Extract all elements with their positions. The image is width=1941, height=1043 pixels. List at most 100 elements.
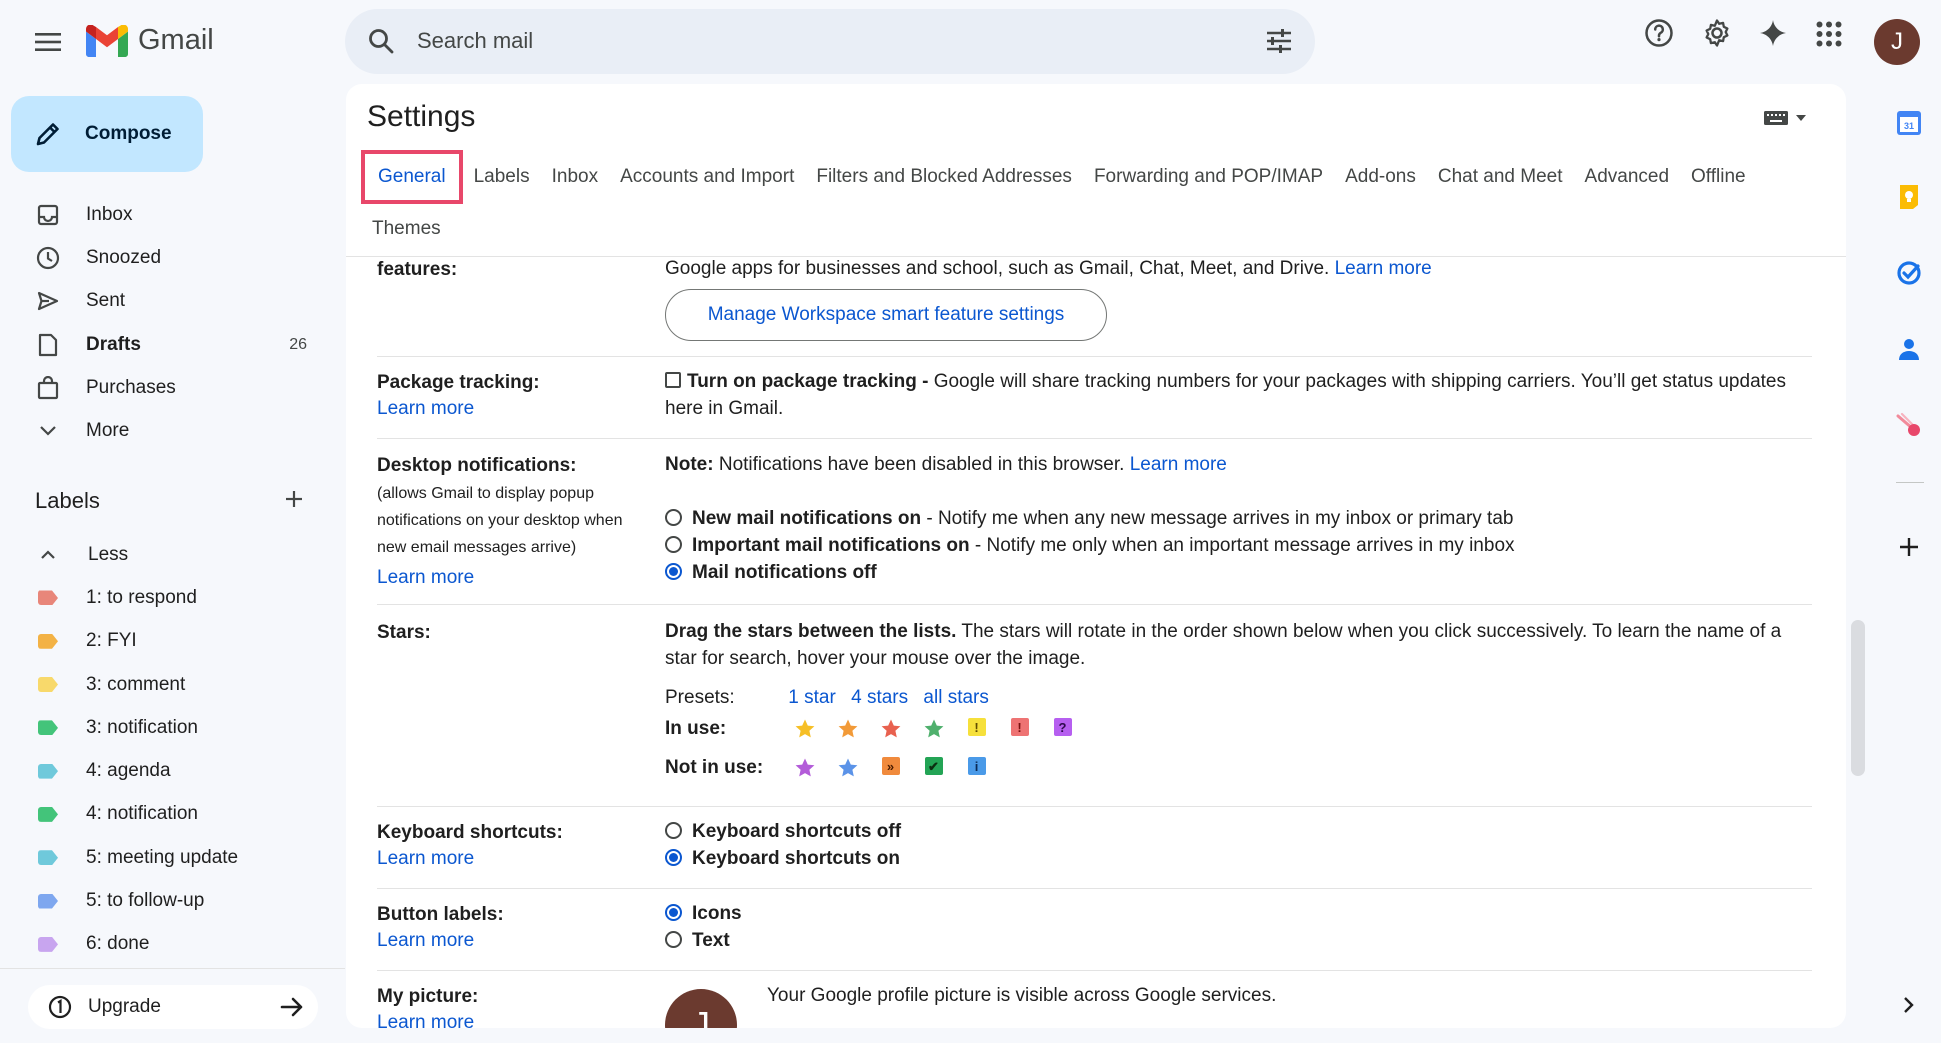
button-option-text[interactable]: Text [665, 927, 730, 954]
nav-item-purchases[interactable]: Purchases [0, 366, 330, 409]
blue-star-icon[interactable] [826, 757, 869, 779]
add-label-icon[interactable] [284, 489, 304, 509]
side-panel: 31 [1880, 84, 1941, 1043]
content-scrollbar[interactable] [1851, 620, 1865, 776]
keyboard-learn-more-link[interactable]: Learn more [377, 845, 474, 872]
label-tag-icon [38, 850, 58, 866]
label-item[interactable]: 3: notification [0, 706, 330, 749]
tab-inbox[interactable]: Inbox [541, 154, 609, 200]
preset-all-stars-link[interactable]: all stars [923, 687, 988, 708]
calendar-icon[interactable]: 31 [1892, 106, 1926, 140]
nav-item-drafts[interactable]: Drafts 26 [0, 323, 330, 366]
label-item[interactable]: 3: comment [0, 663, 330, 706]
radio-notifications-off[interactable] [665, 563, 682, 580]
keep-icon[interactable] [1892, 180, 1926, 214]
yellow-bang-icon[interactable]: ! [955, 718, 998, 740]
label-item[interactable]: 4: agenda [0, 749, 330, 792]
tab-add-ons[interactable]: Add-ons [1334, 154, 1427, 200]
radio-new-mail[interactable] [665, 509, 682, 526]
label-tag-icon [38, 633, 58, 649]
input-tools-button[interactable] [1764, 110, 1806, 126]
smart-features-row: features: Google apps for businesses and… [377, 257, 1812, 357]
label-item[interactable]: 5: meeting update [0, 836, 330, 879]
upgrade-label: Upgrade [88, 996, 161, 1017]
orange-star-icon[interactable] [826, 718, 869, 740]
purple-star-icon[interactable] [783, 757, 826, 779]
inbox-icon [36, 203, 60, 227]
stars-in-use: In use: !!? [665, 712, 1084, 746]
upgrade-area: Upgrade [0, 968, 345, 1043]
label-item[interactable]: 5: to follow-up [0, 879, 330, 922]
label-item[interactable]: 6: done [0, 923, 330, 966]
label-item[interactable]: 2: FYI [0, 620, 330, 663]
tab-chat-and-meet[interactable]: Chat and Meet [1427, 154, 1574, 200]
green-check-icon[interactable]: ✔ [912, 757, 955, 779]
green-star-icon[interactable] [912, 718, 955, 740]
desktop-option-1[interactable]: New mail notifications on - Notify me wh… [665, 505, 1513, 532]
label-item[interactable]: 4: notification [0, 793, 330, 836]
tab-filters-and-blocked-addresses[interactable]: Filters and Blocked Addresses [805, 154, 1083, 200]
desktop-option-3[interactable]: Mail notifications off [665, 559, 877, 586]
tab-themes[interactable]: Themes [361, 206, 452, 252]
button-option-icons[interactable]: Icons [665, 900, 742, 927]
purple-question-icon[interactable]: ? [1041, 718, 1084, 740]
nav-item-sent[interactable]: Sent [0, 280, 330, 323]
help-icon[interactable] [1644, 18, 1674, 48]
orange-guillemet-icon[interactable]: » [869, 757, 912, 779]
radio-text[interactable] [665, 931, 682, 948]
apps-grid-icon[interactable] [1816, 21, 1842, 47]
manage-workspace-button[interactable]: Manage Workspace smart feature settings [665, 289, 1107, 341]
clock-icon [36, 246, 60, 270]
labels-less-toggle[interactable]: Less [0, 533, 330, 576]
label-item[interactable]: 1: to respond [0, 576, 330, 619]
desktop-learn-more-link[interactable]: Learn more [377, 564, 474, 591]
tab-offline[interactable]: Offline [1680, 154, 1757, 200]
main-menu-icon[interactable] [24, 18, 72, 66]
nav-item-more[interactable]: More [0, 409, 330, 452]
smart-features-label: features: [377, 259, 458, 280]
send-icon [36, 289, 60, 313]
smart-features-learn-more-link[interactable]: Learn more [1335, 258, 1432, 279]
yellow-star-icon[interactable] [783, 718, 826, 740]
radio-shortcuts-on[interactable] [665, 849, 682, 866]
picture-learn-more-link[interactable]: Learn more [377, 1009, 474, 1028]
nav-item-snoozed[interactable]: Snoozed [0, 236, 330, 279]
preset-4-stars-link[interactable]: 4 stars [851, 687, 908, 708]
search-icon[interactable] [367, 27, 395, 55]
package-tracking-checkbox[interactable] [665, 372, 681, 388]
profile-picture[interactable]: J [665, 989, 737, 1028]
radio-important-mail[interactable] [665, 536, 682, 553]
tab-general[interactable]: General [361, 150, 463, 204]
blue-info-icon[interactable]: i [955, 757, 998, 779]
buttons-learn-more-link[interactable]: Learn more [377, 927, 474, 954]
desktop-option-2[interactable]: Important mail notifications on - Notify… [665, 532, 1515, 559]
compose-button[interactable]: Compose [11, 96, 203, 172]
expand-panel-icon[interactable] [1892, 988, 1926, 1022]
nav-item-inbox[interactable]: Inbox [0, 193, 330, 236]
tab-accounts-and-import[interactable]: Accounts and Import [609, 154, 805, 200]
preset-1-star-link[interactable]: 1 star [788, 687, 836, 708]
gmail-logo[interactable]: Gmail [86, 24, 214, 57]
package-learn-more-link[interactable]: Learn more [377, 395, 474, 422]
tab-forwarding-and-pop-imap[interactable]: Forwarding and POP/IMAP [1083, 154, 1334, 200]
contacts-icon[interactable] [1892, 332, 1926, 366]
keyboard-option-off[interactable]: Keyboard shortcuts off [665, 818, 901, 845]
gemini-sparkle-icon[interactable] [1758, 18, 1788, 48]
settings-gear-icon[interactable] [1702, 18, 1732, 48]
keyboard-option-on[interactable]: Keyboard shortcuts on [665, 845, 900, 872]
radio-shortcuts-off[interactable] [665, 822, 682, 839]
radio-icons[interactable] [665, 904, 682, 921]
tab-labels[interactable]: Labels [463, 154, 541, 200]
upgrade-button[interactable]: Upgrade [28, 985, 318, 1029]
stars-presets: Presets: 1 star 4 stars all stars [665, 687, 989, 708]
search-options-icon[interactable] [1265, 27, 1293, 55]
add-addon-icon[interactable] [1892, 530, 1926, 564]
note-learn-more-link[interactable]: Learn more [1130, 454, 1227, 475]
addon-comet-icon[interactable] [1892, 408, 1926, 442]
red-star-icon[interactable] [869, 718, 912, 740]
red-bang-icon[interactable]: ! [998, 718, 1041, 740]
tab-advanced[interactable]: Advanced [1574, 154, 1681, 200]
search-input[interactable] [417, 23, 1177, 59]
tasks-icon[interactable] [1892, 256, 1926, 290]
account-avatar[interactable]: J [1874, 19, 1920, 65]
